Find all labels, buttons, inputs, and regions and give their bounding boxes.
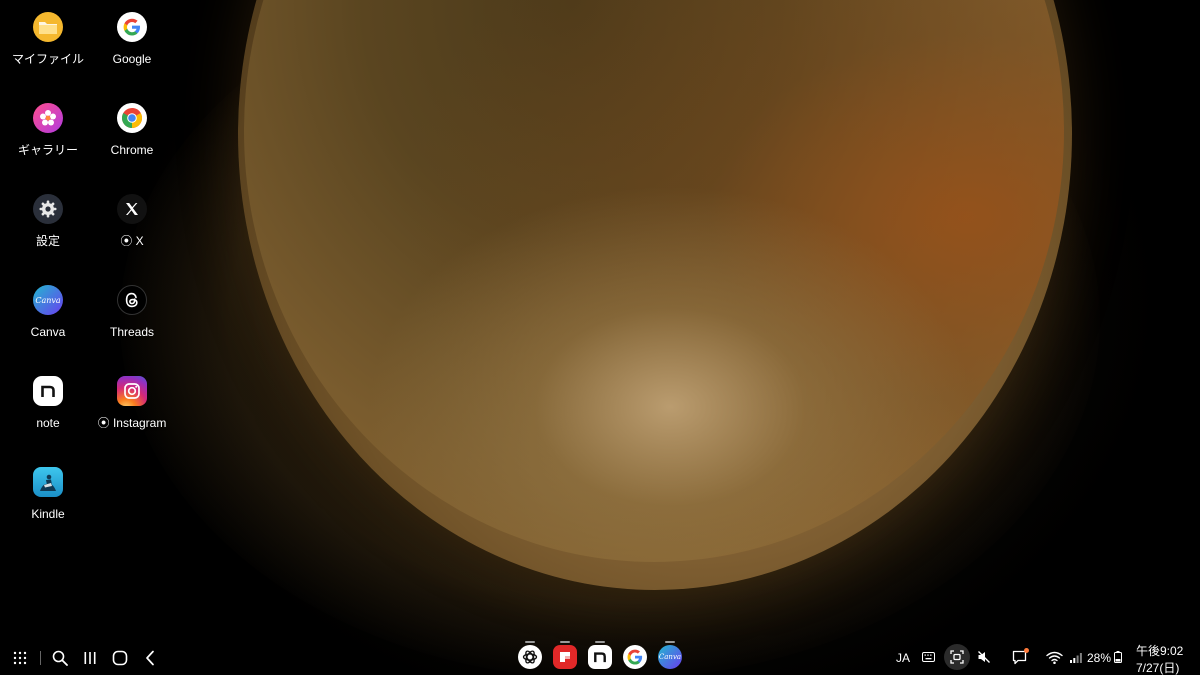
desktop-icon-note[interactable]: note xyxy=(3,376,93,430)
desktop-icon-settings[interactable]: 設定 xyxy=(3,194,93,248)
dock-app-google[interactable] xyxy=(623,645,647,669)
wifi-icon xyxy=(1045,649,1063,665)
desktop-icon-label: Kindle xyxy=(31,507,65,521)
notification-badge xyxy=(1024,648,1029,653)
battery-percentage: 28% xyxy=(1087,651,1112,665)
search-icon[interactable] xyxy=(50,648,70,668)
kindle-icon xyxy=(33,467,63,497)
apps-grid-icon[interactable] xyxy=(10,648,30,668)
desktop-icon-chrome[interactable]: Chrome xyxy=(87,103,177,157)
desktop-icon-label: ⦿ Instagram xyxy=(97,416,167,430)
x-logo-icon xyxy=(117,194,147,224)
dock-running-indicator xyxy=(560,641,570,643)
language-indicator[interactable]: JA xyxy=(896,651,910,665)
gallery-flower-icon xyxy=(33,103,63,133)
desktop-icon-label: note xyxy=(36,416,60,430)
desktop-icon-gallery[interactable]: ギャラリー xyxy=(3,103,93,157)
note-icon xyxy=(594,652,606,663)
desktop-icon-label: 設定 xyxy=(35,234,60,248)
signal-icon xyxy=(1069,650,1083,664)
desktop-icon-x[interactable]: ⦿ X xyxy=(87,194,177,248)
google-icon xyxy=(627,649,643,665)
google-icon xyxy=(117,12,147,42)
folder-icon xyxy=(33,12,63,42)
keyboard-icon[interactable] xyxy=(920,649,936,665)
dock-app-flipboard[interactable] xyxy=(553,645,577,669)
desktop-icon-canva[interactable]: Canva Canva xyxy=(3,285,93,339)
desktop-icon-label: Google xyxy=(112,52,152,66)
dock-running-indicator xyxy=(665,641,675,643)
desktop-icon-label: Threads xyxy=(109,325,155,339)
clock-date[interactable]: 7/27(日) xyxy=(1136,659,1179,675)
mute-icon[interactable] xyxy=(976,649,992,665)
instagram-icon xyxy=(117,376,147,406)
desktop-icon-label: マイファイル xyxy=(11,52,84,66)
taskbar-divider xyxy=(40,651,41,665)
battery-icon xyxy=(1113,650,1123,664)
canva-icon: Canva xyxy=(33,285,63,315)
settings-gear-icon xyxy=(33,194,63,224)
dock-app-canva[interactable]: Canva xyxy=(658,645,682,669)
dock-app-note[interactable] xyxy=(588,645,612,669)
desktop-icon-my-files[interactable]: マイファイル xyxy=(3,12,93,66)
home-icon[interactable] xyxy=(110,648,130,668)
dock-running-indicator xyxy=(525,641,535,643)
back-icon[interactable] xyxy=(140,648,160,668)
canva-icon: Canva xyxy=(658,653,682,661)
recents-icon[interactable] xyxy=(80,648,100,668)
desktop-icon-label: Canva xyxy=(30,325,66,339)
screen-capture-icon[interactable] xyxy=(944,644,970,670)
desktop-icon-kindle[interactable]: Kindle xyxy=(3,467,93,521)
wallpaper xyxy=(0,0,1200,675)
notification-icon[interactable] xyxy=(1011,648,1029,665)
desktop-icon-label: Chrome xyxy=(110,143,154,157)
note-icon xyxy=(33,376,63,406)
taskbar: Canva JA 28% 午後9:02 7/27(日) xyxy=(0,640,1200,675)
clock-time[interactable]: 午後9:02 xyxy=(1136,642,1183,659)
chatgpt-icon xyxy=(522,650,538,664)
desktop-icon-label: ギャラリー xyxy=(17,143,78,157)
desktop-icon-label: ⦿ X xyxy=(120,234,144,248)
threads-icon xyxy=(117,285,147,315)
chrome-icon xyxy=(117,103,147,133)
desktop-icon-threads[interactable]: Threads xyxy=(87,285,177,339)
dock-app-chatgpt[interactable] xyxy=(518,645,542,669)
desktop-icon-instagram[interactable]: ⦿ Instagram xyxy=(87,376,177,430)
flipboard-icon xyxy=(560,652,570,662)
dock-running-indicator xyxy=(595,641,605,643)
desktop-icon-google[interactable]: Google xyxy=(87,12,177,66)
